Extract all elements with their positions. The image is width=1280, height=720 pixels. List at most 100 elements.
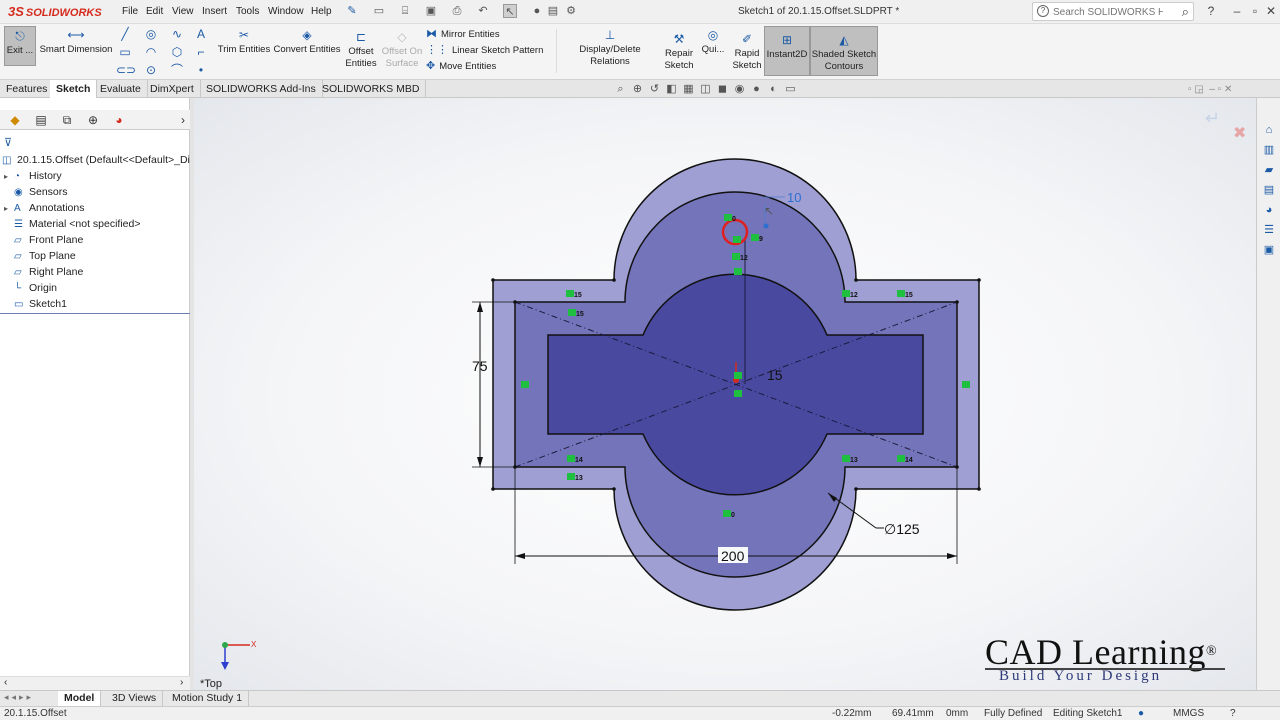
custom-properties-icon[interactable]: ☰ bbox=[1261, 222, 1277, 238]
dim-10-text[interactable]: 10 bbox=[787, 190, 801, 205]
property-manager-tab-icon[interactable]: ▤ bbox=[30, 112, 52, 128]
sketch-canvas[interactable]: 75 200 ∅125 15 10 ↖ 0912151512 1514 1313… bbox=[194, 98, 1256, 692]
menu-tools[interactable]: Tools bbox=[236, 6, 259, 17]
confirm-sketch-icon[interactable]: ↵ bbox=[1205, 108, 1220, 128]
display-manager-tab-icon[interactable]: ◕ bbox=[108, 112, 130, 128]
tree-item-origin[interactable]: └ Origin bbox=[4, 280, 57, 296]
forum-icon[interactable]: ▣ bbox=[1261, 242, 1277, 258]
tab-3d-views[interactable]: 3D Views bbox=[106, 691, 164, 706]
open-icon[interactable]: ⌸ bbox=[398, 4, 412, 18]
minimize-button[interactable]: – bbox=[1230, 4, 1244, 18]
circle-icon[interactable]: ◎ bbox=[142, 26, 160, 42]
undo-icon[interactable]: ↶ bbox=[476, 4, 490, 18]
expand-arrow-icon[interactable]: ▸ bbox=[4, 169, 14, 185]
offset-entities-button[interactable]: ⊏ Offset Entities bbox=[342, 30, 380, 70]
instant2d-button[interactable]: ⊞ Instant2D bbox=[764, 26, 810, 76]
tree-item-sensors[interactable]: ◉ Sensors bbox=[4, 184, 68, 200]
rollback-bar[interactable] bbox=[0, 313, 190, 314]
tree-item-right-plane[interactable]: ▱ Right Plane bbox=[4, 264, 83, 280]
menu-window[interactable]: Window bbox=[268, 6, 304, 17]
rectangle-icon[interactable]: ▭ bbox=[116, 44, 134, 60]
menu-help[interactable]: Help bbox=[311, 6, 332, 17]
relation-marker[interactable] bbox=[521, 381, 529, 388]
tree-item-top-plane[interactable]: ▱ Top Plane bbox=[4, 248, 76, 264]
menu-file[interactable]: File bbox=[122, 6, 138, 17]
menu-view[interactable]: View bbox=[172, 6, 194, 17]
exit-sketch-button[interactable]: ⎋ Exit ... bbox=[4, 26, 36, 66]
help-dropdown-icon[interactable]: ? bbox=[1204, 4, 1218, 18]
relation-marker[interactable] bbox=[566, 290, 574, 297]
file-properties-icon[interactable]: ▤ bbox=[546, 4, 560, 18]
tree-item-front-plane[interactable]: ▱ Front Plane bbox=[4, 232, 83, 248]
display-style-icon[interactable]: ◼ bbox=[714, 82, 731, 95]
smart-dimension-button[interactable]: ⟷ Smart Dimension bbox=[38, 28, 114, 56]
feature-manager-tab-icon[interactable]: ◆ bbox=[4, 112, 26, 128]
relation-marker[interactable] bbox=[723, 510, 731, 517]
linear-pattern-button[interactable]: ⋮⋮ Linear Sketch Pattern bbox=[426, 42, 556, 58]
dynamic-annotation-icon[interactable]: ▦ bbox=[680, 82, 697, 95]
search-input[interactable] bbox=[1053, 5, 1163, 19]
tab-motion-study[interactable]: Motion Study 1 bbox=[166, 691, 250, 706]
relation-marker[interactable] bbox=[568, 309, 576, 316]
configuration-manager-tab-icon[interactable]: ⧉ bbox=[56, 112, 78, 128]
rebuild-status-icon[interactable]: ● bbox=[1138, 707, 1144, 720]
tab-dimxpert[interactable]: DimXpert bbox=[144, 80, 201, 98]
scroll-right-icon[interactable]: › bbox=[180, 677, 183, 688]
view-orientation-icon[interactable]: ◫ bbox=[697, 82, 714, 95]
relation-marker[interactable] bbox=[724, 214, 732, 221]
trim-entities-button[interactable]: ✂ Trim Entities bbox=[216, 28, 272, 56]
move-entities-button[interactable]: ✥ Move Entities bbox=[426, 58, 556, 74]
file-explorer-icon[interactable]: ▤ bbox=[1261, 182, 1277, 198]
scroll-left-icon[interactable]: ‹ bbox=[4, 677, 7, 688]
relation-marker[interactable] bbox=[733, 236, 741, 243]
dim-200-text[interactable]: 200 bbox=[721, 548, 745, 564]
tree-root[interactable]: ◫ 20.1.15.Offset (Default<<Default>_Disp bbox=[2, 152, 201, 168]
relation-marker[interactable] bbox=[734, 268, 742, 275]
home-icon[interactable]: ⌂ bbox=[1261, 122, 1277, 138]
filter-icon[interactable]: ⊽ bbox=[4, 136, 12, 149]
display-relations-button[interactable]: ⊥ Display/Delete Relations bbox=[560, 28, 660, 68]
tab-evaluate[interactable]: Evaluate bbox=[94, 80, 148, 98]
relation-marker[interactable] bbox=[842, 290, 850, 297]
dim-75-text[interactable]: 75 bbox=[472, 358, 488, 374]
select-icon[interactable]: ↖ bbox=[503, 4, 517, 18]
repair-sketch-button[interactable]: ⚒ Repair Sketch bbox=[662, 32, 696, 72]
relation-marker[interactable] bbox=[734, 390, 742, 397]
view-settings-icon[interactable]: ▭ bbox=[782, 82, 799, 95]
sketch-fillet-icon[interactable]: ⌒ bbox=[168, 62, 186, 78]
dimxpert-manager-tab-icon[interactable]: ⊕ bbox=[82, 112, 104, 128]
zoom-to-fit-icon[interactable]: ⌕ bbox=[612, 83, 629, 96]
tab-features[interactable]: Features bbox=[0, 80, 55, 98]
slot-icon[interactable]: ⊂⊃ bbox=[116, 62, 136, 78]
dim-15-text[interactable]: 15 bbox=[767, 367, 783, 383]
menu-insert[interactable]: Insert bbox=[202, 6, 227, 17]
dim-diameter-text[interactable]: ∅125 bbox=[884, 521, 920, 537]
close-button[interactable]: ✕ bbox=[1264, 4, 1278, 18]
quick-snaps-button[interactable]: ◎ Qui... bbox=[700, 28, 726, 56]
tab-sketch[interactable]: Sketch bbox=[50, 80, 98, 98]
tree-item-history[interactable]: ▸ ◔ History bbox=[4, 168, 62, 184]
ellipse-icon[interactable]: ⊙ bbox=[142, 62, 160, 78]
relation-marker[interactable] bbox=[962, 381, 970, 388]
relation-marker[interactable] bbox=[734, 372, 742, 379]
apply-scene-icon[interactable]: ◐ bbox=[765, 83, 782, 95]
tab-scroll-icons[interactable]: ◂◂▸▸ bbox=[4, 692, 34, 703]
tab-mbd[interactable]: SOLIDWORKS MBD bbox=[316, 80, 427, 98]
search-icon[interactable]: ⌕ bbox=[1182, 4, 1189, 20]
pin-icon[interactable]: ✎ bbox=[345, 4, 359, 18]
point-icon[interactable]: • bbox=[192, 62, 210, 78]
relation-marker[interactable] bbox=[751, 234, 759, 241]
restore-button[interactable]: ▫ bbox=[1248, 4, 1262, 18]
rapid-sketch-button[interactable]: ✐ Rapid Sketch bbox=[730, 32, 764, 72]
cancel-sketch-icon[interactable]: ✖ bbox=[1233, 125, 1246, 142]
convert-entities-button[interactable]: ◈ Convert Entities bbox=[272, 28, 342, 56]
tab-model[interactable]: Model bbox=[58, 691, 102, 706]
tree-item-sketch1[interactable]: ▭ Sketch1 bbox=[4, 296, 67, 312]
tree-item-annotations[interactable]: ▸ A Annotations bbox=[4, 200, 84, 216]
options-gear-icon[interactable]: ⚙ bbox=[564, 4, 578, 18]
hide-show-icon[interactable]: ◉ bbox=[731, 82, 748, 95]
relation-marker[interactable] bbox=[567, 473, 575, 480]
print-icon[interactable]: ⎙ bbox=[450, 4, 464, 18]
spline-icon[interactable]: ∿ bbox=[168, 26, 186, 42]
save-icon[interactable]: ▣ bbox=[424, 4, 438, 18]
